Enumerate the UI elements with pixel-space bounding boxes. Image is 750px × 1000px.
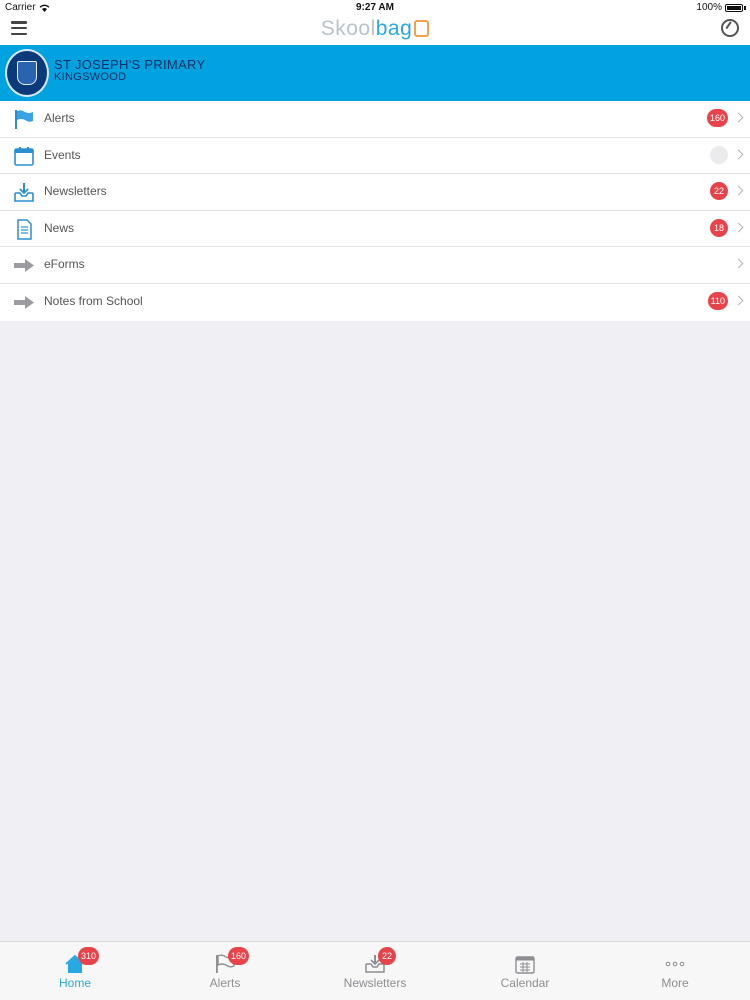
chevron-right-icon: [733, 112, 744, 123]
sync-icon[interactable]: [721, 19, 739, 37]
chevron-right-icon: [733, 258, 744, 269]
count-badge: [710, 145, 728, 164]
menu-item-label: Events: [44, 147, 81, 162]
crest-shield-icon: [17, 61, 37, 85]
flag-icon: [15, 110, 33, 129]
school-name: ST JOSEPH'S PRIMARY KINGSWOOD: [54, 57, 206, 83]
battery-icon: [725, 3, 743, 12]
tab-label: Home: [58, 976, 91, 990]
school-banner: ST JOSEPH'S PRIMARY KINGSWOOD: [0, 45, 750, 101]
tab-label: Calendar: [500, 976, 550, 990]
document-icon: [17, 219, 32, 240]
logo-text-bag: bag: [375, 17, 413, 40]
menu-item-label: eForms: [44, 257, 85, 272]
chevron-right-icon: [733, 222, 744, 233]
bag-icon: [414, 20, 430, 37]
tab-label: More: [661, 976, 689, 990]
battery-indicator: 100%: [696, 2, 746, 13]
app-logo: Skoolbag: [0, 17, 750, 41]
school-name-line2: KINGSWOOD: [54, 71, 127, 83]
tab-label: Alerts: [209, 976, 241, 990]
nav-bar: Skoolbag: [0, 16, 750, 45]
arrow-right-icon: [14, 295, 34, 309]
menu-item-events[interactable]: Events: [0, 138, 750, 175]
inbox-download-icon: [14, 183, 34, 202]
tab-badge: 310: [78, 947, 100, 965]
menu-list: Alerts 160 Events Newsletters 22 News 18…: [0, 101, 750, 321]
count-badge: 110: [707, 291, 728, 310]
tab-newsletters[interactable]: 22 Newsletters: [300, 942, 450, 1000]
battery-percent: 100%: [696, 2, 722, 13]
count-badge: 18: [710, 218, 728, 237]
arrow-right-icon: [14, 259, 34, 273]
menu-item-alerts[interactable]: Alerts 160: [0, 101, 750, 138]
more-dots-icon: [665, 961, 685, 967]
tab-label: Newsletters: [343, 976, 407, 990]
menu-item-news[interactable]: News 18: [0, 211, 750, 248]
count-badge: 160: [706, 109, 728, 127]
tab-badge: 160: [228, 947, 250, 965]
menu-item-newsletters[interactable]: Newsletters 22: [0, 174, 750, 211]
calendar-icon: [515, 956, 535, 974]
menu-item-label: Notes from School: [44, 293, 143, 308]
menu-item-notes-from-school[interactable]: Notes from School 110: [0, 284, 750, 321]
menu-item-eforms[interactable]: eForms: [0, 247, 750, 284]
count-badge: 22: [710, 182, 728, 201]
tab-calendar[interactable]: Calendar: [450, 942, 600, 1000]
menu-item-label: Newsletters: [44, 184, 107, 199]
tab-alerts[interactable]: 160 Alerts: [150, 942, 300, 1000]
chevron-right-icon: [733, 185, 744, 196]
menu-item-label: Alerts: [44, 111, 75, 125]
tab-badge: 22: [378, 947, 396, 965]
school-name-line1: ST JOSEPH'S PRIMARY: [54, 57, 206, 72]
calendar-icon: [14, 146, 34, 166]
status-time: 9:27 AM: [356, 2, 394, 13]
tab-more[interactable]: More: [600, 942, 750, 1000]
logo-text-skool: Skool: [320, 17, 376, 40]
chevron-right-icon: [733, 149, 744, 160]
tab-home[interactable]: 310 Home: [0, 942, 150, 1000]
status-bar: Carrier 9:27 AM 100%: [0, 0, 750, 16]
menu-item-label: News: [44, 220, 75, 235]
school-crest: [5, 49, 49, 97]
chevron-right-icon: [733, 295, 744, 306]
tab-bar: 310 Home 160 Alerts 22 Newsletters Calen…: [0, 941, 750, 1000]
